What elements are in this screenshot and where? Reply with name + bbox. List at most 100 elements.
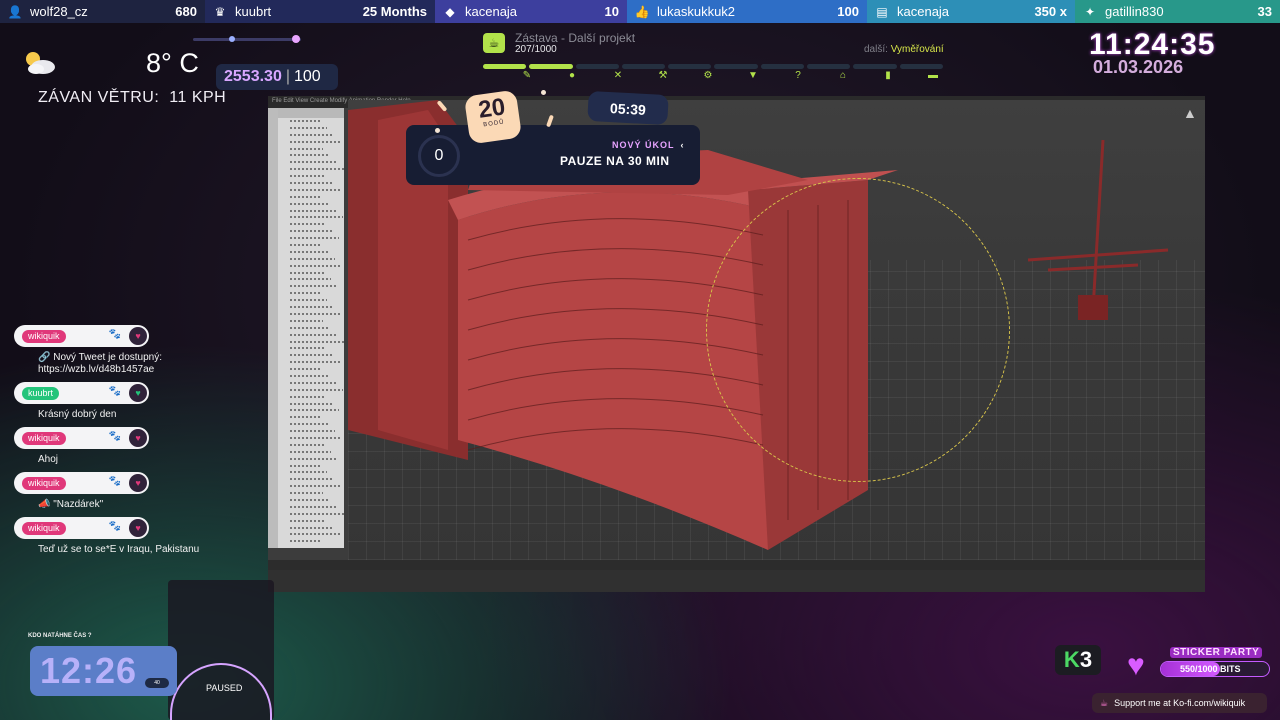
chat-feed: wikiquik 🐾 ♥ 🔗 Nový Tweet je dostupný: h… [14, 325, 274, 562]
outliner-row[interactable] [290, 505, 337, 508]
outliner-row[interactable] [290, 492, 323, 495]
outliner-row[interactable] [290, 340, 344, 343]
k3-k: K [1063, 647, 1080, 672]
outliner-row[interactable] [290, 485, 341, 488]
outliner-row[interactable] [290, 374, 329, 377]
outliner-row[interactable] [290, 436, 342, 439]
outliner-row[interactable] [290, 416, 321, 419]
outliner-row[interactable] [290, 230, 332, 233]
outliner-row[interactable] [290, 161, 337, 164]
outliner-row[interactable] [290, 175, 326, 178]
pencil-icon: ✎ [522, 70, 532, 81]
outliner-row[interactable] [290, 519, 326, 522]
scene-outliner[interactable] [278, 108, 344, 548]
project-step [714, 64, 758, 69]
outliner-row[interactable] [290, 299, 327, 302]
timeline[interactable] [268, 560, 1205, 570]
outliner-row[interactable] [290, 319, 323, 322]
outliner-row[interactable] [290, 443, 324, 446]
k3-logo: K3 [1055, 645, 1101, 675]
outliner-row[interactable] [290, 154, 330, 157]
outliner-row[interactable] [290, 430, 335, 433]
stretch-label: KDO NATÁHNE ČAS ? [28, 633, 92, 639]
event-bar-item: ◆ kacenaja 10 [435, 0, 627, 23]
chat-text: Teď už se to se*E v Iraqu, Pakistanu [38, 544, 200, 555]
chat-text: 📣 "Nazdárek" [38, 499, 104, 510]
outliner-row[interactable] [290, 237, 339, 240]
outliner-header[interactable] [278, 108, 344, 118]
outliner-row[interactable] [290, 133, 334, 136]
outliner-row[interactable] [290, 312, 341, 315]
outliner-row[interactable] [290, 423, 328, 426]
outliner-row[interactable] [290, 140, 341, 143]
outliner-row[interactable] [290, 285, 338, 288]
outliner-row[interactable] [290, 471, 327, 474]
outliner-row[interactable] [290, 457, 338, 460]
event-bar-item: ♛ kuubrt 25 Months [205, 0, 435, 23]
outliner-row[interactable] [290, 464, 320, 467]
project-step [899, 64, 943, 69]
outliner-row[interactable] [290, 250, 328, 253]
outliner-row[interactable] [290, 512, 344, 515]
outliner-row[interactable] [290, 195, 322, 198]
outliner-rows[interactable] [278, 118, 344, 543]
task-title: PAUZE NA 30 MIN [560, 154, 670, 168]
outliner-row[interactable] [290, 264, 342, 267]
outliner-row[interactable] [290, 381, 336, 384]
event-user: gatillin830 [1105, 4, 1164, 19]
score-slider-handle [292, 35, 300, 43]
outliner-row[interactable] [290, 388, 343, 391]
outliner-row[interactable] [290, 244, 321, 247]
outliner-row[interactable] [290, 478, 334, 481]
task-label: NOVÝ ÚKOL ‹ [612, 140, 685, 150]
outliner-row[interactable] [290, 168, 344, 171]
outliner-row[interactable] [290, 333, 337, 336]
outliner-row[interactable] [290, 402, 332, 405]
project-step [853, 64, 897, 69]
outliner-row[interactable] [290, 395, 325, 398]
outliner-row[interactable] [290, 223, 325, 226]
wind-readout: ZÁVAN VĚTRU: 11 KPH [38, 89, 226, 107]
outliner-row[interactable] [290, 306, 334, 309]
outliner-row[interactable] [290, 361, 340, 364]
heart-badge-icon: ♥ [129, 384, 147, 402]
outliner-row[interactable] [290, 533, 340, 536]
outliner-row[interactable] [290, 498, 330, 501]
outliner-row[interactable] [290, 347, 326, 350]
outliner-row[interactable] [290, 126, 327, 129]
outliner-row[interactable] [290, 202, 329, 205]
outliner-row[interactable] [290, 120, 320, 122]
kofi-link[interactable]: ☕ Support me at Ko-fi.com/wikiquik [1092, 693, 1267, 713]
kofi-cup-icon: ☕ [1100, 698, 1109, 708]
outliner-row[interactable] [290, 278, 331, 281]
chat-username: wikiquik [22, 477, 66, 490]
outliner-row[interactable] [290, 326, 330, 329]
chat-username: kuubrt [22, 387, 60, 400]
gamepad-icon: ✦ [1084, 4, 1096, 19]
outliner-row[interactable] [290, 209, 336, 212]
paused-label: PAUSED [206, 683, 243, 693]
outliner-row[interactable] [290, 409, 339, 412]
event-user: kuubrt [235, 4, 272, 19]
chat-message: wikiquik 🐾 ♥ Ahoj [14, 427, 274, 466]
paw-icon: 🐾 [108, 521, 121, 532]
drop-icon: ● [568, 70, 576, 81]
outliner-row[interactable] [290, 216, 343, 219]
outliner-row[interactable] [290, 540, 322, 543]
outliner-row[interactable] [290, 147, 323, 150]
outliner-row[interactable] [290, 526, 333, 529]
chat-text: Ahoj [38, 454, 59, 465]
outliner-row[interactable] [290, 450, 331, 453]
outliner-row[interactable] [290, 257, 335, 260]
outliner-row[interactable] [290, 368, 322, 371]
project-step [529, 64, 573, 69]
outliner-row[interactable] [290, 188, 340, 191]
event-value: 25 Months [362, 4, 427, 19]
outliner-row[interactable] [290, 182, 333, 185]
outliner-row[interactable] [290, 354, 333, 357]
score-slider-track [193, 38, 301, 41]
outliner-row[interactable] [290, 271, 324, 274]
chat-message: kuubrt 🐾 ♥ Krásný dobrý den [14, 382, 274, 421]
event-value: 10 [604, 4, 619, 19]
outliner-row[interactable] [290, 292, 320, 295]
